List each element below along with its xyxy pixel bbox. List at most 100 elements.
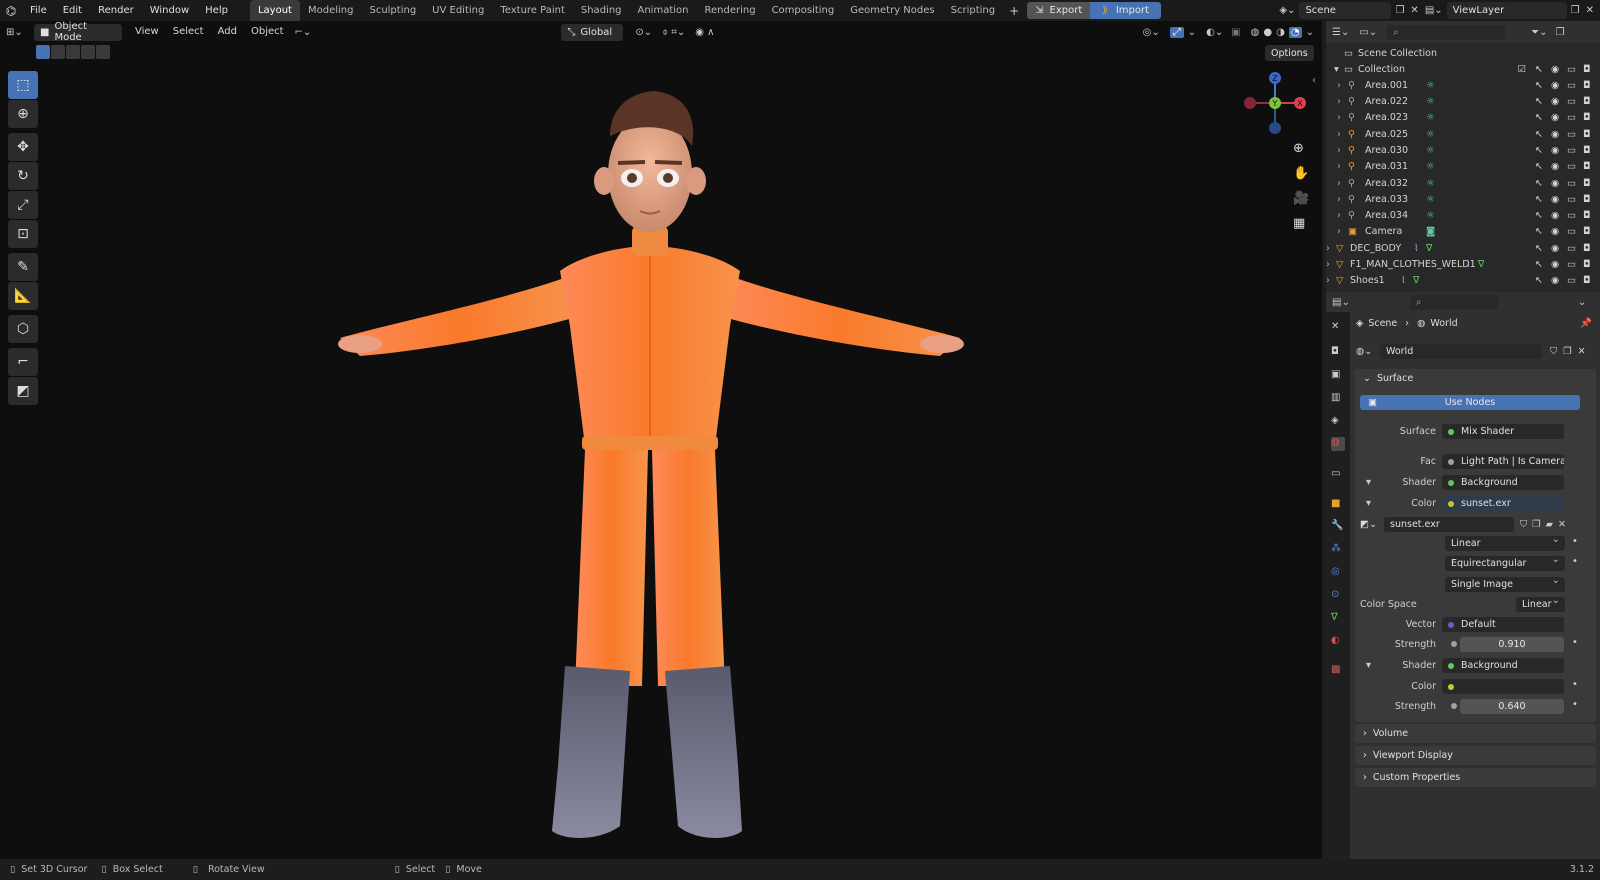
render-camera-icon[interactable]: ◘	[1583, 129, 1594, 140]
view-layer-icon[interactable]: ▤⌄	[1425, 5, 1443, 16]
strength1-keyframe-dot[interactable]: •	[1572, 637, 1578, 648]
image-browse-icon[interactable]: ◩⌄	[1360, 519, 1384, 530]
outliner-object[interactable]: › ▽ F1_MAN_CLOTHES_WELD1 ⌇ ∇ ↖ ◉ ▭ ◘	[1326, 256, 1600, 273]
collection-tab-icon[interactable]: ▭	[1331, 468, 1345, 482]
strength1-field[interactable]: 0.910	[1460, 637, 1564, 652]
outliner-item[interactable]: › ▣ Camera ◙ ↖ ◉ ▭ ◘	[1326, 224, 1600, 241]
blender-logo-icon[interactable]: ⌬	[0, 4, 22, 18]
render-camera-icon[interactable]: ◘	[1583, 194, 1594, 205]
light-data-icon[interactable]: ☼	[1426, 178, 1435, 189]
expand-arrow-icon[interactable]: ›	[1337, 226, 1341, 237]
select-arrow-icon[interactable]: ↖	[1535, 96, 1546, 107]
outliner-object[interactable]: › ▽ Shoes1 ⌇ ∇ ↖ ◉ ▭ ◘	[1326, 273, 1600, 290]
modifier-icon[interactable]: ⌇	[1466, 259, 1471, 270]
image-fake-user-icon[interactable]: ⛉	[1520, 519, 1527, 530]
tab-uv-editing[interactable]: UV Editing	[424, 0, 492, 21]
pin-icon[interactable]: 📌	[1580, 318, 1592, 329]
color1-field[interactable]: sunset.exr	[1442, 496, 1564, 511]
menu-file[interactable]: File	[22, 0, 55, 21]
select-subtract-icon[interactable]	[66, 45, 80, 59]
monitor-icon[interactable]: ▭	[1567, 194, 1578, 205]
select-invert-icon[interactable]	[81, 45, 95, 59]
tool-transform[interactable]: ⊡	[8, 220, 38, 248]
object-tab-icon[interactable]: ■	[1331, 498, 1345, 512]
strength2-keyframe-dot[interactable]: •	[1572, 699, 1578, 710]
monitor-icon[interactable]: ▭	[1567, 275, 1578, 286]
solid-shading-icon[interactable]: ●	[1263, 27, 1272, 38]
mesh-data-icon[interactable]: ∇	[1426, 243, 1432, 254]
outliner-scene-collection[interactable]: ▭ Scene Collection	[1326, 45, 1600, 62]
outliner-object[interactable]: › ▽ DEC_BODY ⌇ ∇ ↖ ◉ ▭ ◘	[1326, 240, 1600, 257]
outliner-item[interactable]: › ⚲ Area.025 ☼ ↖ ◉ ▭ ◘	[1326, 126, 1600, 143]
eye-icon[interactable]: ◉	[1551, 178, 1562, 189]
properties-search-input[interactable]: ⌕	[1409, 294, 1498, 310]
shader1-field[interactable]: Background	[1442, 475, 1564, 490]
gizmo-icon[interactable]: ⤢	[1169, 26, 1184, 38]
eye-icon[interactable]: ◉	[1551, 226, 1562, 237]
duplicate-world-icon[interactable]: ❐	[1563, 346, 1572, 357]
monitor-icon[interactable]: ▭	[1567, 129, 1578, 140]
tool-rotate[interactable]: ↻	[8, 162, 38, 190]
tool-scale[interactable]: ⤢	[8, 191, 38, 219]
eye-icon[interactable]: ◉	[1551, 243, 1562, 254]
expand-arrow-icon[interactable]: ›	[1337, 194, 1341, 205]
render-camera-icon[interactable]: ◘	[1583, 178, 1594, 189]
light-data-icon[interactable]: ☼	[1426, 112, 1435, 123]
select-arrow-icon[interactable]: ↖	[1535, 194, 1546, 205]
fac-field[interactable]: Light Path | Is Camera ...	[1442, 454, 1564, 469]
outliner-item[interactable]: › ⚲ Area.031 ☼ ↖ ◉ ▭ ◘	[1326, 159, 1600, 176]
new-scene-icon[interactable]: ❐	[1391, 5, 1408, 16]
render-camera-icon[interactable]: ◘	[1583, 210, 1594, 221]
menu-select[interactable]: Select	[166, 21, 211, 43]
new-view-layer-icon[interactable]: ❐	[1567, 5, 1584, 16]
tab-rendering[interactable]: Rendering	[696, 0, 763, 21]
color-space-dropdown[interactable]: Linear	[1516, 595, 1565, 612]
wireframe-shading-icon[interactable]: ◍	[1251, 27, 1260, 38]
eye-icon[interactable]: ◉	[1551, 64, 1562, 75]
expand-arrow-icon[interactable]: ›	[1337, 178, 1341, 189]
visibility-icon[interactable]: ◎⌄	[1143, 27, 1160, 38]
expand-arrow-icon[interactable]: ›	[1337, 80, 1341, 91]
constraints-tab-icon[interactable]: ⊙	[1331, 589, 1345, 603]
select-arrow-icon[interactable]: ↖	[1535, 112, 1546, 123]
monitor-icon[interactable]: ▭	[1567, 210, 1578, 221]
tool-measure[interactable]: 📐	[8, 282, 38, 310]
color2-keyframe-dot[interactable]: •	[1572, 679, 1578, 690]
eye-icon[interactable]: ◉	[1551, 129, 1562, 140]
image-name-field[interactable]: sunset.exr	[1384, 516, 1514, 532]
select-arrow-icon[interactable]: ↖	[1535, 161, 1546, 172]
monitor-icon[interactable]: ▭	[1567, 178, 1578, 189]
menu-edit[interactable]: Edit	[55, 0, 90, 21]
source-dropdown[interactable]: Single Image	[1445, 575, 1565, 592]
outliner-item[interactable]: › ⚲ Area.032 ☼ ↖ ◉ ▭ ◘	[1326, 175, 1600, 192]
outliner-collection[interactable]: ▾ ▭ Collection ☑ ↖ ◉ ▭ ◘	[1326, 61, 1600, 78]
menu-help[interactable]: Help	[197, 0, 236, 21]
surface-shader-field[interactable]: Mix Shader	[1442, 424, 1564, 439]
rendered-shading-icon[interactable]: ◔	[1288, 26, 1302, 38]
monitor-icon[interactable]: ▭	[1567, 161, 1578, 172]
view-layer-selector[interactable]: ViewLayer	[1446, 2, 1567, 19]
strength2-field[interactable]: 0.640	[1460, 699, 1564, 714]
render-camera-icon[interactable]: ◘	[1583, 243, 1594, 254]
delete-scene-icon[interactable]: ✕	[1408, 5, 1424, 16]
xray-icon[interactable]: ▣	[1231, 27, 1240, 38]
projection-dropdown[interactable]: Equirectangular	[1445, 554, 1565, 571]
tool-cursor[interactable]: ⊕	[8, 100, 38, 128]
light-data-icon[interactable]: ☼	[1426, 96, 1435, 107]
outliner-editor-type-icon[interactable]: ☰⌄	[1332, 27, 1349, 38]
shader2-field[interactable]: Background	[1442, 658, 1564, 673]
add-workspace-icon[interactable]: +	[1003, 4, 1025, 18]
tool-image[interactable]: ◩	[8, 377, 38, 405]
world-browse-icon[interactable]: ◍⌄	[1356, 346, 1380, 357]
tab-layout[interactable]: Layout	[249, 0, 300, 21]
use-nodes-button[interactable]: ▣ Use Nodes	[1360, 395, 1580, 410]
viewport-display-panel-header[interactable]: › Viewport Display	[1355, 746, 1596, 765]
proportional-edit-icon[interactable]: ◉ ∧	[695, 27, 714, 38]
expand-arrow-icon[interactable]: ›	[1326, 243, 1330, 254]
monitor-icon[interactable]: ▭	[1567, 96, 1578, 107]
surface-panel-header[interactable]: ⌄ Surface	[1355, 369, 1596, 388]
view-layer-tab-icon[interactable]: ▥	[1331, 392, 1345, 406]
interp-keyframe-dot[interactable]: •	[1572, 536, 1578, 547]
transform-orientation[interactable]: ⤡ Global	[561, 23, 624, 41]
select-arrow-icon[interactable]: ↖	[1535, 259, 1546, 270]
